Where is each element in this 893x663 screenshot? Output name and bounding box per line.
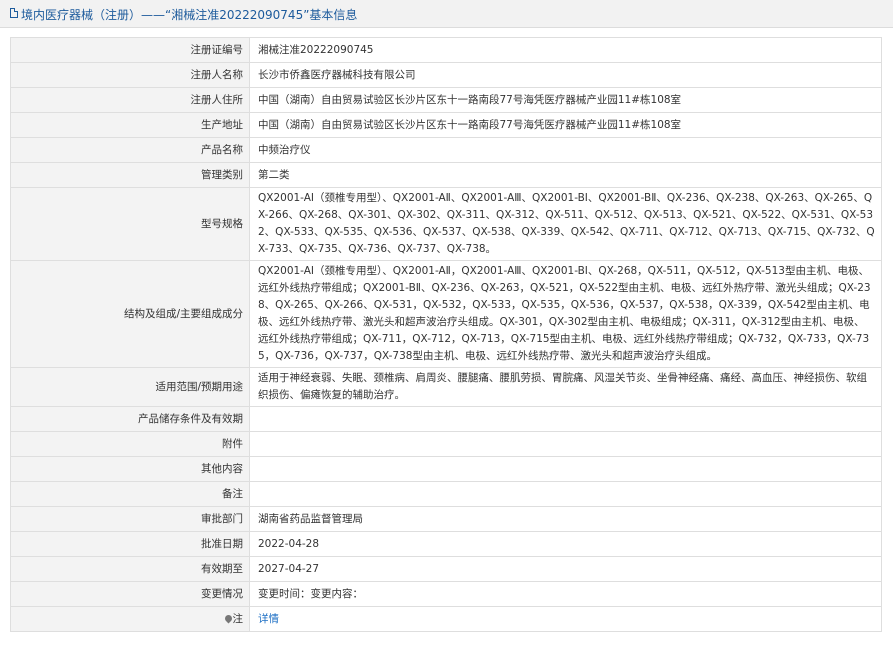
row-label: 有效期至	[10, 556, 250, 582]
note-label-cell: 注	[10, 606, 250, 632]
info-table: 注册证编号 湘械注准20222090745 注册人名称 长沙市侨鑫医疗器械科技有…	[10, 37, 882, 632]
row-label: 型号规格	[10, 187, 250, 261]
row-label: 产品名称	[10, 137, 250, 163]
structure-value: QX2001-AI（颈椎专用型）、QX2001-AⅡ，QX2001-AⅢ、QX2…	[249, 260, 882, 368]
row-label: 附件	[10, 431, 250, 457]
row-label: 变更情况	[10, 581, 250, 607]
table-row: 附件	[10, 431, 882, 457]
production-address-value: 中国（湖南）自由贸易试验区长沙片区东十一路南段77号海凭医疗器械产业园11#栋1…	[249, 112, 882, 138]
row-label: 适用范围/预期用途	[10, 367, 250, 407]
row-label: 产品储存条件及有效期	[10, 406, 250, 432]
row-label: 管理类别	[10, 162, 250, 188]
table-row: 批准日期 2022-04-28	[10, 531, 882, 557]
table-row: 审批部门 湖南省药品监督管理局	[10, 506, 882, 532]
row-label: 注册人住所	[10, 87, 250, 113]
document-icon	[10, 8, 18, 18]
table-row: 产品名称 中频治疗仪	[10, 137, 882, 163]
page-header: 境内医疗器械（注册）——“湘械注准20222090745”基本信息	[0, 0, 893, 28]
table-row: 备注	[10, 481, 882, 507]
registrant-value: 长沙市侨鑫医疗器械科技有限公司	[249, 62, 882, 88]
product-name-value: 中频治疗仪	[249, 137, 882, 163]
page-title: 境内医疗器械（注册）——“湘械注准20222090745”基本信息	[21, 8, 358, 22]
approval-dept-value: 湖南省药品监督管理局	[249, 506, 882, 532]
row-label: 结构及组成/主要组成成分	[10, 260, 250, 368]
change-value: 变更时间：变更内容：	[249, 581, 882, 607]
table-row: 注册人名称 长沙市侨鑫医疗器械科技有限公司	[10, 62, 882, 88]
remark-value	[249, 481, 882, 507]
row-label: 注	[232, 612, 244, 625]
valid-until-value: 2027-04-27	[249, 556, 882, 582]
table-row: 管理类别 第二类	[10, 162, 882, 188]
class-value: 第二类	[249, 162, 882, 188]
row-label: 批准日期	[10, 531, 250, 557]
table-row: 适用范围/预期用途 适用于神经衰弱、失眠、颈椎病、肩周炎、腰腿痛、腰肌劳损、胃脘…	[10, 367, 882, 407]
table-row: 产品储存条件及有效期	[10, 406, 882, 432]
row-label: 备注	[10, 481, 250, 507]
detail-link[interactable]: 详情	[258, 613, 279, 625]
row-label: 审批部门	[10, 506, 250, 532]
table-row: 注册证编号 湘械注准20222090745	[10, 37, 882, 63]
models-value: QX2001-AI（颈椎专用型）、QX2001-AⅡ、QX2001-AⅢ、QX2…	[249, 187, 882, 261]
scope-value: 适用于神经衰弱、失眠、颈椎病、肩周炎、腰腿痛、腰肌劳损、胃脘痛、风湿关节炎、坐骨…	[249, 367, 882, 407]
reg-no-value: 湘械注准20222090745	[249, 37, 882, 63]
table-row: 注 详情	[10, 606, 882, 632]
row-label: 生产地址	[10, 112, 250, 138]
table-row: 生产地址 中国（湖南）自由贸易试验区长沙片区东十一路南段77号海凭医疗器械产业园…	[10, 112, 882, 138]
table-row: 注册人住所 中国（湖南）自由贸易试验区长沙片区东十一路南段77号海凭医疗器械产业…	[10, 87, 882, 113]
note-value: 详情	[249, 606, 882, 632]
other-value	[249, 456, 882, 482]
row-label: 注册人名称	[10, 62, 250, 88]
registrant-address-value: 中国（湖南）自由贸易试验区长沙片区东十一路南段77号海凭医疗器械产业园11#栋1…	[249, 87, 882, 113]
pin-icon	[223, 613, 233, 623]
storage-value	[249, 406, 882, 432]
approval-date-value: 2022-04-28	[249, 531, 882, 557]
row-label: 注册证编号	[10, 37, 250, 63]
table-row: 其他内容	[10, 456, 882, 482]
table-row: 变更情况 变更时间：变更内容：	[10, 581, 882, 607]
attachment-value	[249, 431, 882, 457]
table-row: 结构及组成/主要组成成分 QX2001-AI（颈椎专用型）、QX2001-AⅡ，…	[10, 260, 882, 368]
row-label: 其他内容	[10, 456, 250, 482]
table-row: 有效期至 2027-04-27	[10, 556, 882, 582]
table-row: 型号规格 QX2001-AI（颈椎专用型）、QX2001-AⅡ、QX2001-A…	[10, 187, 882, 261]
